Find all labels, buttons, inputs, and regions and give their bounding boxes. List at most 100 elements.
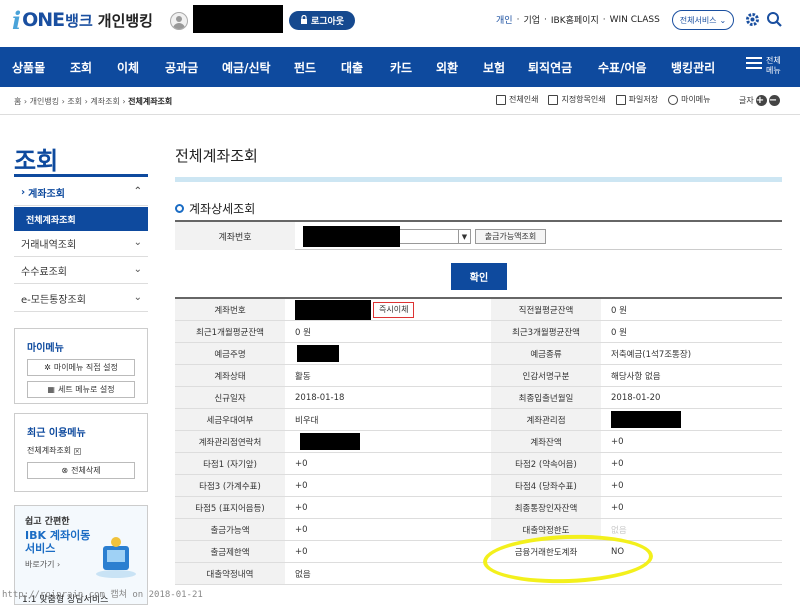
nav-foreign-exchange[interactable]: 외환 bbox=[436, 59, 458, 76]
delete-all-button[interactable]: ⊗ 전체삭제 bbox=[27, 462, 135, 479]
chevron-down-icon: ▼ bbox=[458, 230, 470, 243]
logo-i: i bbox=[12, 5, 22, 35]
main-navigation: 상품몰 조회 이체 공과금 예금/신탁 펀드 대출 카드 외환 보험 퇴직연금 … bbox=[0, 47, 800, 87]
section-title-label: 계좌상세조회 bbox=[189, 202, 256, 216]
recent-menu-item[interactable]: 전체계좌조회 × bbox=[15, 439, 147, 456]
sidebar-item-transaction-history[interactable]: 거래내역조회 ⌄ bbox=[14, 231, 148, 257]
table-row: 타점5 (표지어음등) +0 최종통장인자잔액 +0 bbox=[175, 497, 782, 519]
sidebar-subitem-all-accounts[interactable]: 전체계좌조회 bbox=[14, 207, 148, 231]
sidebar-item-label: 계좌조회 bbox=[28, 189, 65, 200]
table-row: 계좌상태 활동 인감서명구분 해당사항 없음 bbox=[175, 365, 782, 387]
account-number-label: 계좌번호 bbox=[175, 222, 295, 250]
sidebar-item-label: 거래내역조회 bbox=[21, 240, 77, 251]
sidebar-title-divider bbox=[14, 174, 148, 177]
logo-one: ONE bbox=[22, 9, 65, 31]
account-search-form: 계좌번호 ▼ 출금가능액조회 bbox=[175, 220, 782, 250]
nav-deposit-trust[interactable]: 예금/신탁 bbox=[222, 59, 271, 76]
link-ibk-homepage[interactable]: IBK홈페이지 bbox=[551, 13, 599, 26]
ibk-one-bank-logo[interactable]: i ONE 뱅크 개인뱅킹 bbox=[12, 5, 153, 35]
chevron-down-icon: ⌄ bbox=[133, 264, 142, 275]
breadcrumb-row: 홈 › 개인뱅킹 › 조회 › 계좌조회 › 전체계좌조회 전체인쇄 지정항목인… bbox=[0, 87, 800, 115]
close-circle-icon: ⊗ bbox=[61, 466, 69, 475]
title-divider bbox=[175, 177, 782, 182]
nav-utility-bills[interactable]: 공과금 bbox=[165, 59, 198, 76]
page-tools: 전체인쇄 지정항목인쇄 파일저장 마이메뉴 bbox=[496, 94, 721, 105]
logo-personal-banking: 개인뱅킹 bbox=[97, 11, 153, 30]
nav-card[interactable]: 카드 bbox=[390, 59, 412, 76]
all-services-label: 전체서비스 bbox=[679, 15, 717, 25]
grid-icon: ▦ bbox=[47, 385, 55, 394]
promo-line-2: IBK 계좌이동 서비스 bbox=[25, 529, 91, 555]
gear-icon: ✲ bbox=[44, 363, 51, 372]
table-row: 최근1개월평균잔액 0 원 최근3개월평균잔액 0 원 bbox=[175, 321, 782, 343]
person-icon bbox=[668, 94, 679, 105]
link-personal[interactable]: 개인 bbox=[496, 13, 513, 26]
sidebar-item-label: e-모든통장조회 bbox=[21, 295, 86, 306]
table-row: 예금주명 예금종류 저축예금(1석7조통장) bbox=[175, 343, 782, 365]
sidebar-item-fee-inquiry[interactable]: 수수료조회 ⌄ bbox=[14, 258, 148, 284]
logout-button[interactable]: 로그아웃 bbox=[289, 11, 355, 30]
bullet-icon bbox=[175, 204, 184, 213]
redacted-user-name bbox=[193, 5, 283, 33]
nav-transfer[interactable]: 이체 bbox=[117, 59, 139, 76]
zoom-in-icon[interactable]: + bbox=[755, 95, 767, 106]
nav-inquiry[interactable]: 조회 bbox=[70, 59, 92, 76]
redacted-branch bbox=[611, 411, 681, 428]
nav-products[interactable]: 상품몰 bbox=[12, 59, 45, 76]
breadcrumb-path[interactable]: 홈 › 개인뱅킹 › 조회 › 계좌조회 › bbox=[14, 97, 126, 106]
nav-fund[interactable]: 펀드 bbox=[294, 59, 316, 76]
logo-bank: 뱅크 bbox=[65, 11, 93, 30]
link-corporate[interactable]: 기업 bbox=[523, 13, 540, 26]
my-menu-box: 마이메뉴 ✲ 마이메뉴 직접 설정 ▦ 세트 메뉴로 설정 bbox=[14, 328, 148, 404]
my-menu-direct-setting-button[interactable]: ✲ 마이메뉴 직접 설정 bbox=[27, 359, 135, 376]
table-row: 출금가능액 +0 대출약정한도 없음 bbox=[175, 519, 782, 541]
redacted-branch-phone bbox=[300, 433, 360, 450]
lock-icon bbox=[300, 14, 308, 27]
table-row: 대출약정내역 없음 bbox=[175, 563, 782, 585]
close-icon[interactable]: × bbox=[73, 448, 81, 455]
zoom-out-icon[interactable]: − bbox=[768, 95, 780, 106]
set-menu-setting-button[interactable]: ▦ 세트 메뉴로 설정 bbox=[27, 381, 135, 398]
nav-check-bill[interactable]: 수표/어음 bbox=[598, 59, 647, 76]
logout-label: 로그아웃 bbox=[310, 17, 345, 27]
confirm-button[interactable]: 확인 bbox=[451, 263, 507, 290]
breadcrumb-current: 전체계좌조회 bbox=[128, 97, 173, 106]
nav-retirement-pension[interactable]: 퇴직연금 bbox=[528, 59, 572, 76]
nav-loan[interactable]: 대출 bbox=[341, 59, 363, 76]
chevron-down-icon: ⌄ bbox=[719, 15, 727, 25]
font-size-control: 글자 + − bbox=[739, 95, 780, 106]
sidebar-item-e-all-passbook[interactable]: e-모든통장조회 ⌄ bbox=[14, 286, 148, 312]
save-icon bbox=[615, 94, 626, 105]
table-row: 계좌관리점연락처 계좌잔액 +0 bbox=[175, 431, 782, 453]
nav-insurance[interactable]: 보험 bbox=[483, 59, 505, 76]
nav-banking-management[interactable]: 뱅킹관리 bbox=[671, 59, 715, 76]
all-services-dropdown[interactable]: 전체서비스 ⌄ bbox=[672, 10, 734, 30]
search-icon[interactable] bbox=[766, 11, 783, 28]
link-win-class[interactable]: WIN CLASS bbox=[610, 15, 660, 25]
gear-icon[interactable] bbox=[744, 11, 761, 28]
printer-icon bbox=[496, 94, 506, 105]
sidebar-item-account-inquiry[interactable]: › 계좌조회 ⌃ bbox=[14, 180, 148, 206]
hamburger-menu-icon[interactable] bbox=[746, 57, 762, 71]
recent-menu-box: 최근 이용메뉴 전체계좌조회 × ⊗ 전체삭제 bbox=[14, 413, 148, 492]
print-selected-button[interactable]: 지정항목인쇄 bbox=[548, 94, 606, 105]
save-file-button[interactable]: 파일저장 bbox=[615, 94, 658, 105]
promo-line-1: 쉽고 간편한 bbox=[25, 517, 70, 527]
breadcrumb: 홈 › 개인뱅킹 › 조회 › 계좌조회 › 전체계좌조회 bbox=[14, 96, 172, 107]
chevron-down-icon: ⌄ bbox=[133, 292, 142, 303]
top-links: 개인 · 기업 · IBK홈페이지 · WIN CLASS bbox=[496, 13, 660, 27]
redacted-account-holder bbox=[297, 345, 339, 362]
top-bar: i ONE 뱅크 개인뱅킹 로그아웃 개인 · 기업 · IBK홈페이지 · W… bbox=[0, 0, 800, 42]
all-menu-label[interactable]: 전체메뉴 bbox=[766, 56, 786, 76]
chevron-up-icon: ⌃ bbox=[133, 186, 142, 197]
printer-icon bbox=[548, 94, 559, 105]
withdrawable-amount-button[interactable]: 출금가능액조회 bbox=[475, 229, 546, 244]
my-menu-button[interactable]: 마이메뉴 bbox=[668, 94, 711, 105]
instant-transfer-button[interactable]: 즉시이체 bbox=[373, 301, 415, 318]
my-menu-title: 마이메뉴 bbox=[27, 343, 64, 354]
redacted-account-number bbox=[303, 226, 400, 247]
table-row: 신규일자 2018-01-18 최종입출년월일 2018-01-20 bbox=[175, 387, 782, 409]
chevron-down-icon: ⌄ bbox=[133, 237, 142, 248]
table-row: 세금우대여부 비우대 계좌관리점 bbox=[175, 409, 782, 431]
print-all-button[interactable]: 전체인쇄 bbox=[496, 94, 538, 105]
